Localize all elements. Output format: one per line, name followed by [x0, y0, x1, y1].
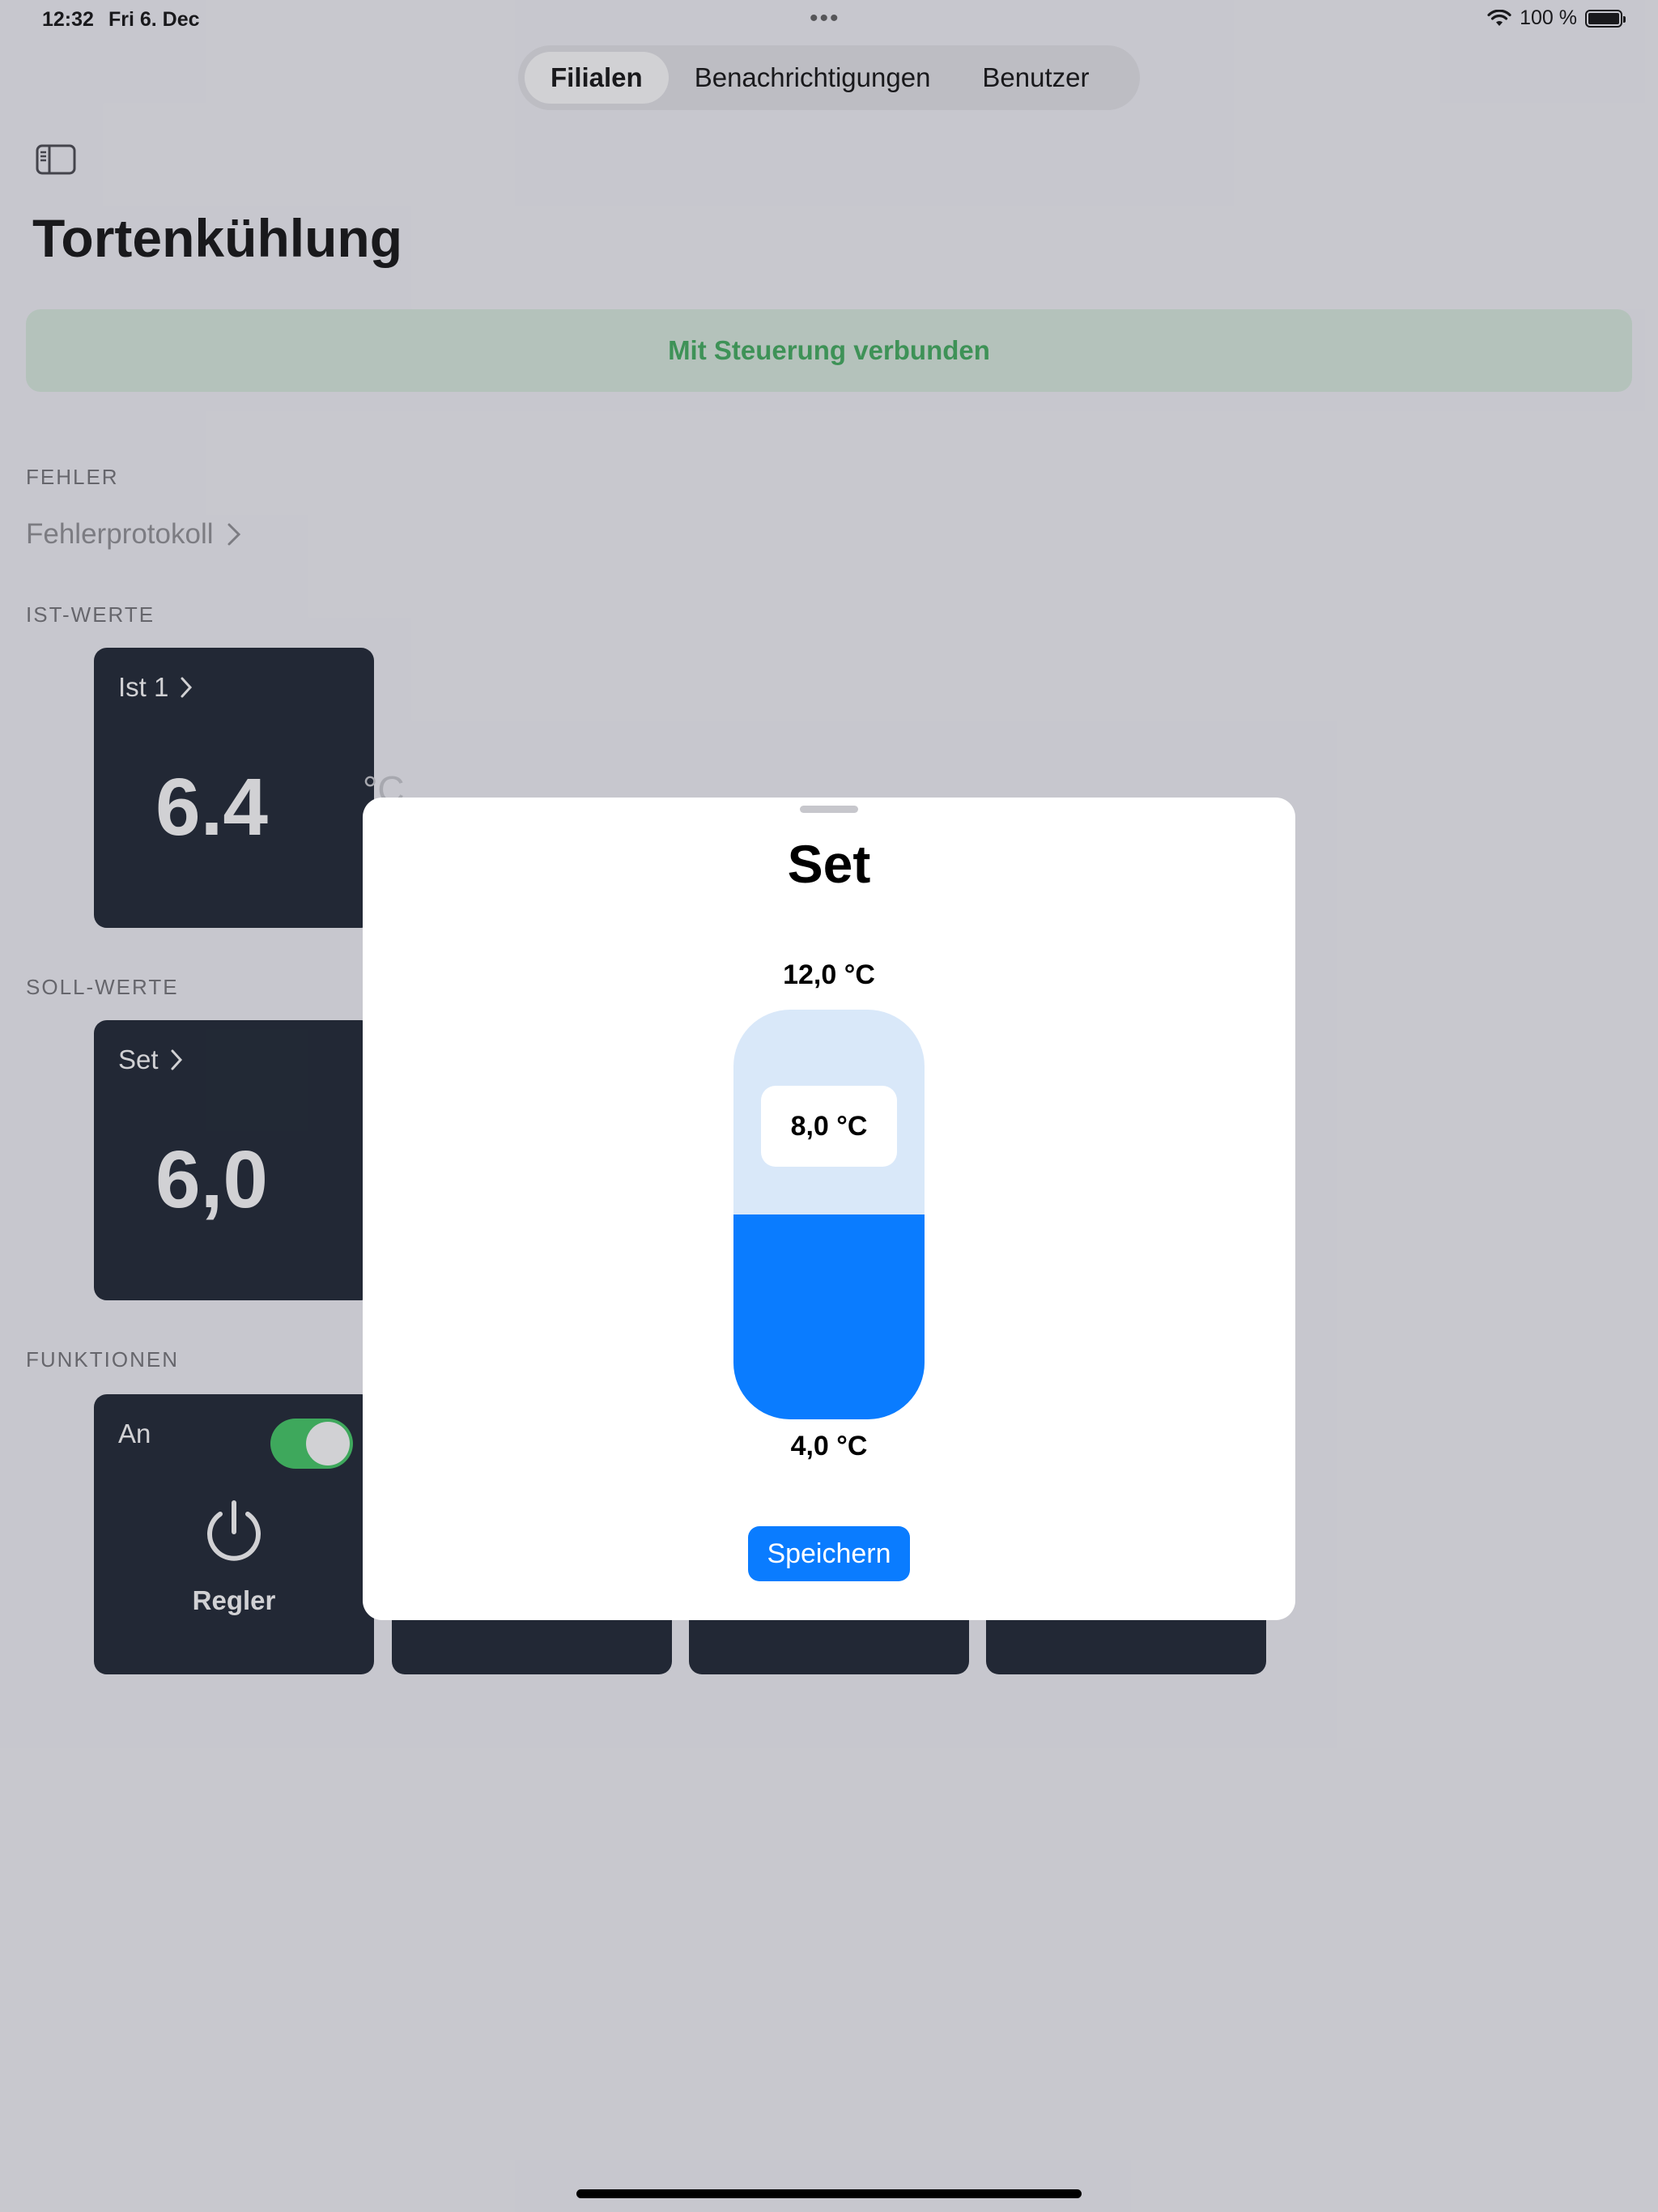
modal-grabber[interactable]	[800, 806, 858, 813]
slider-fill	[733, 1214, 925, 1419]
save-button[interactable]: Speichern	[748, 1526, 910, 1581]
setpoint-modal: Set 12,0 °C 8,0 °C 4,0 °C Speichern	[363, 798, 1295, 1620]
slider-min-label: 4,0 °C	[790, 1431, 868, 1461]
modal-title: Set	[787, 834, 871, 894]
temperature-slider[interactable]: 8,0 °C	[733, 1010, 925, 1419]
slider-value-bubble: 8,0 °C	[761, 1086, 897, 1167]
slider-max-label: 12,0 °C	[783, 959, 875, 990]
home-indicator[interactable]	[576, 2189, 1082, 2198]
